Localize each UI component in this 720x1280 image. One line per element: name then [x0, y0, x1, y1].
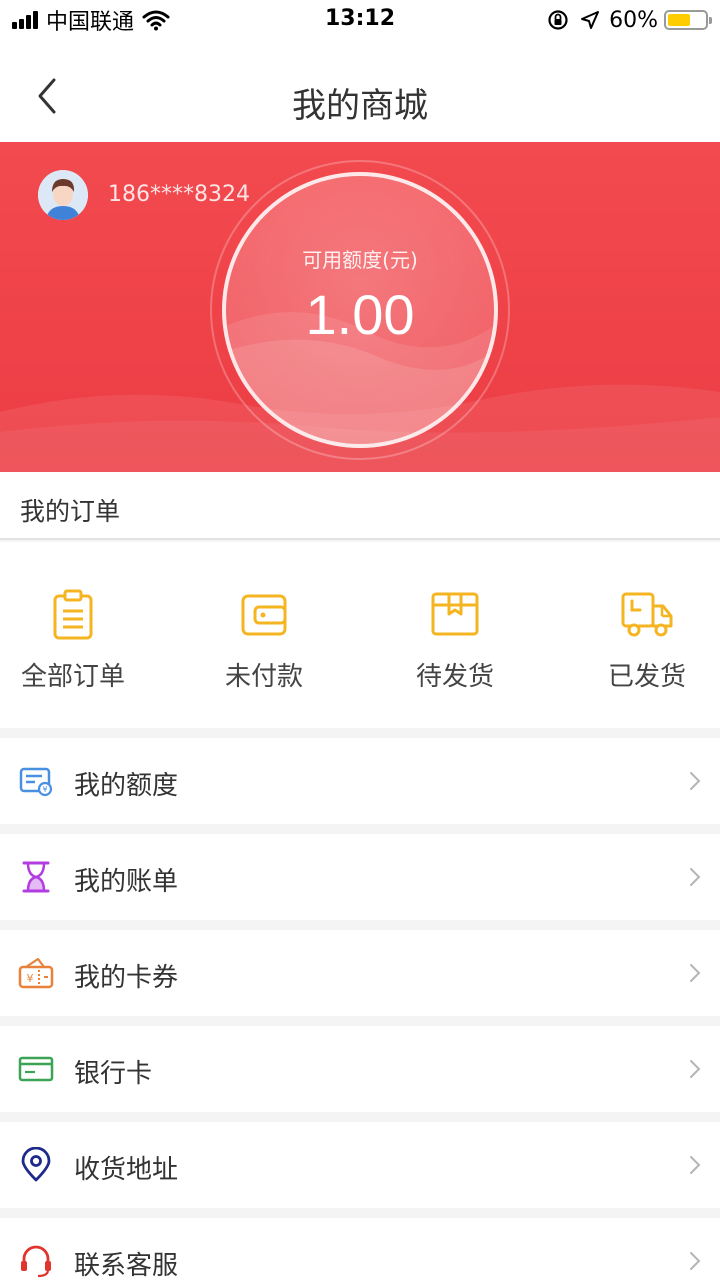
- menu-item-address[interactable]: 收货地址: [0, 1122, 720, 1208]
- order-pending-shipment[interactable]: 待发货: [365, 588, 545, 693]
- menu-item-label: 我的额度: [74, 771, 179, 801]
- credit-label: 可用额度(元): [302, 248, 418, 272]
- hourglass-icon: [22, 861, 50, 893]
- chevron-right-icon: [690, 1060, 701, 1078]
- battery-icon: [664, 10, 712, 30]
- menu-item-label: 收货地址: [74, 1155, 179, 1185]
- chevron-right-icon: [690, 1252, 701, 1270]
- menu-item-bills[interactable]: 我的账单: [0, 834, 720, 920]
- menu-item-label: 我的账单: [74, 867, 179, 897]
- chevron-right-icon: [690, 1156, 701, 1174]
- credit-value: 1.00: [305, 283, 415, 346]
- order-unpaid-label: 未付款: [224, 662, 303, 692]
- order-all[interactable]: 全部订单: [0, 588, 163, 693]
- battery-percent: 60%: [609, 7, 658, 33]
- order-shipped[interactable]: 已发货: [557, 588, 720, 693]
- menu-item-label: 我的卡券: [74, 963, 179, 993]
- menu-item-label: 银行卡: [74, 1059, 153, 1089]
- order-shipped-label: 已发货: [607, 662, 686, 692]
- page-title: 我的商城: [292, 86, 428, 126]
- credit-circle[interactable]: 可用额度(元) 1.00: [222, 172, 498, 448]
- status-bar: 中国联通 13:12 60%: [0, 0, 720, 40]
- nav-bar: 我的商城: [0, 40, 720, 142]
- location-arrow-icon: [581, 11, 600, 29]
- avatar[interactable]: [38, 170, 88, 220]
- delivery-truck-icon: [621, 592, 673, 637]
- orders-section-header: 我的订单: [0, 472, 720, 540]
- credit-card-icon: ¥: [19, 767, 53, 797]
- menu-item-coupons[interactable]: ¥ 我的卡券: [0, 930, 720, 1016]
- coupon-icon: ¥: [18, 957, 54, 989]
- menu-item-bank-card[interactable]: 银行卡: [0, 1026, 720, 1112]
- bank-card-icon: [18, 1056, 54, 1082]
- order-unpaid[interactable]: 未付款: [174, 588, 354, 693]
- headset-icon: [21, 1245, 51, 1278]
- menu-item-label: 联系客服: [74, 1251, 179, 1280]
- menu-item-customer-service[interactable]: 联系客服: [0, 1218, 720, 1280]
- svg-text:¥: ¥: [42, 785, 47, 794]
- wallet-icon: [241, 594, 287, 636]
- orders-title: 我的订单: [20, 497, 121, 526]
- credit-banner: 186****8324 可用额度(元) 1.00: [0, 142, 720, 472]
- package-icon: [431, 592, 479, 636]
- orientation-lock-icon: [548, 10, 568, 30]
- svg-text:¥: ¥: [27, 972, 34, 985]
- clipboard-icon: [53, 589, 93, 640]
- location-pin-icon: [21, 1147, 51, 1182]
- order-pending-label: 待发货: [415, 662, 494, 692]
- order-all-label: 全部订单: [20, 662, 125, 692]
- chevron-right-icon: [690, 868, 701, 886]
- menu-item-credit[interactable]: ¥ 我的额度: [0, 738, 720, 824]
- order-shortcuts: 全部订单 未付款 待发货 已发货: [0, 542, 720, 728]
- chevron-right-icon: [690, 772, 701, 790]
- chevron-right-icon: [690, 964, 701, 982]
